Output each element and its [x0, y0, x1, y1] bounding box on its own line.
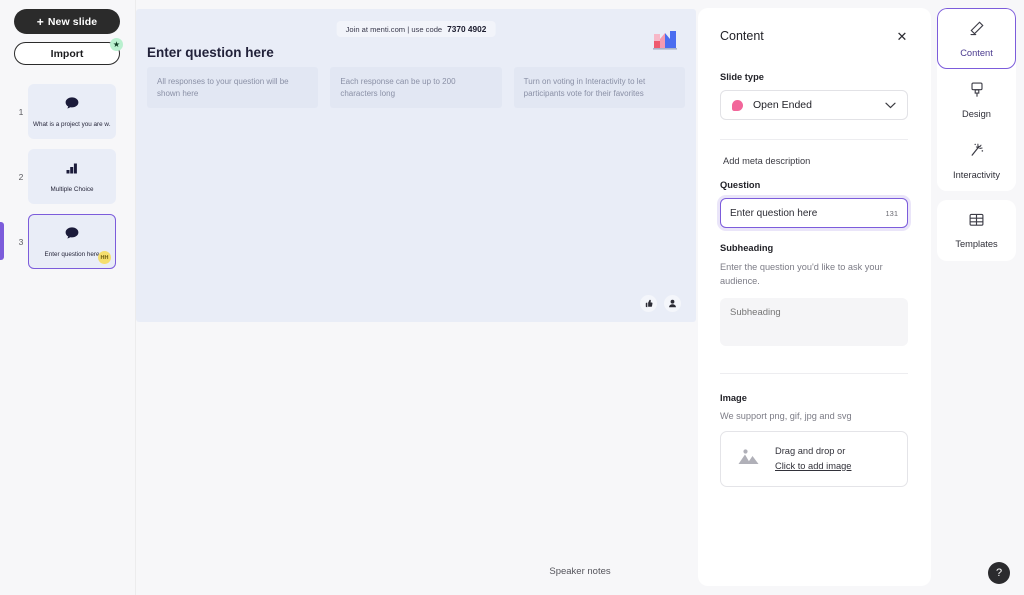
- speech-bubble-icon: [65, 96, 79, 114]
- avatar: HH: [98, 251, 111, 264]
- chevron-down-icon: [885, 96, 896, 114]
- dropzone-line1: Drag and drop or: [775, 446, 845, 456]
- divider: [720, 139, 908, 140]
- slide-row[interactable]: 2 Multiple Choice: [14, 149, 121, 204]
- tab-group-primary: Content Design: [937, 8, 1016, 191]
- question-input-wrap[interactable]: 131: [720, 198, 908, 228]
- plus-icon: +: [37, 16, 44, 28]
- slide-thumbnail-3[interactable]: Enter question here HH: [28, 214, 116, 269]
- slide-thumbnail-label: Enter question here: [45, 251, 100, 258]
- paintbrush-icon: [969, 81, 985, 103]
- import-label: Import: [51, 48, 84, 60]
- slide-hint-row: All responses to your question will be s…: [147, 67, 685, 108]
- slide-number: 2: [14, 172, 28, 182]
- slide-action-buttons: [640, 295, 681, 312]
- participants-icon-button[interactable]: [664, 295, 681, 312]
- close-icon[interactable]: ✕: [895, 30, 909, 43]
- slide-type-value: Open Ended: [753, 99, 875, 111]
- slide-thumbnail-2[interactable]: Multiple Choice: [28, 149, 116, 204]
- subheading-label: Subheading: [720, 243, 909, 253]
- slide-thumbnail-1[interactable]: What is a project you are w...: [28, 84, 116, 139]
- open-ended-dot-icon: [732, 100, 743, 111]
- help-button[interactable]: ?: [988, 562, 1010, 584]
- import-button[interactable]: Import: [14, 42, 120, 65]
- magic-wand-icon: [968, 142, 985, 164]
- tab-content-label: Content: [960, 48, 993, 58]
- image-dropzone[interactable]: Drag and drop or Click to add image: [720, 431, 908, 487]
- slide-question-title: Enter question here: [147, 45, 274, 60]
- mentimeter-logo-icon: [652, 29, 678, 51]
- slide-hint-2: Each response can be up to 200 character…: [330, 67, 501, 108]
- slide-row[interactable]: 3 Enter question here HH: [14, 214, 121, 269]
- join-text: Join at menti.com | use code: [346, 25, 443, 34]
- speech-bubble-icon: [65, 226, 79, 244]
- star-badge-icon: ★: [110, 38, 123, 51]
- slide-preview[interactable]: Join at menti.com | use code 7370 4902 E…: [136, 9, 696, 322]
- tab-design[interactable]: Design: [937, 69, 1016, 130]
- slide-hint-1: All responses to your question will be s…: [147, 67, 318, 108]
- slide-row[interactable]: 1 What is a project you are w...: [14, 84, 121, 139]
- tab-design-label: Design: [962, 109, 991, 119]
- pencil-icon: [968, 20, 985, 42]
- panel-header: Content ✕: [720, 29, 909, 43]
- tab-templates-label: Templates: [955, 239, 997, 249]
- click-to-add-image-link[interactable]: Click to add image: [775, 459, 851, 473]
- slide-thumbnail-label: Multiple Choice: [50, 186, 93, 193]
- tab-interactivity[interactable]: Interactivity: [937, 130, 1016, 191]
- question-char-counter: 131: [885, 209, 898, 218]
- slides-sidebar: + New slide Import ★ 1 What is a project…: [0, 0, 136, 595]
- bar-chart-icon: [66, 161, 78, 179]
- question-input[interactable]: [730, 208, 881, 219]
- tab-group-secondary: Templates: [937, 200, 1016, 261]
- grid-table-icon: [968, 212, 985, 233]
- subheading-help-text: Enter the question you'd like to ask you…: [720, 261, 900, 289]
- image-placeholder-icon: [738, 447, 760, 471]
- right-tab-rail: Content Design: [937, 8, 1016, 270]
- image-label: Image: [720, 393, 909, 403]
- new-slide-label: New slide: [48, 16, 97, 28]
- content-panel: Content ✕ Slide type Open Ended Add meta…: [698, 8, 931, 586]
- panel-title: Content: [720, 29, 764, 43]
- tab-content[interactable]: Content: [937, 8, 1016, 69]
- question-label: Question: [720, 180, 909, 190]
- subheading-input[interactable]: [720, 298, 908, 346]
- new-slide-button[interactable]: + New slide: [14, 9, 120, 34]
- slide-thumbnail-list: 1 What is a project you are w... 2 Multi…: [14, 84, 121, 269]
- slide-type-label: Slide type: [720, 72, 909, 82]
- import-button-wrap: Import ★: [14, 42, 120, 65]
- slide-type-select[interactable]: Open Ended: [720, 90, 908, 120]
- join-instruction-bar: Join at menti.com | use code 7370 4902: [337, 21, 496, 37]
- divider: [720, 373, 908, 374]
- slide-thumbnail-label: What is a project you are w...: [33, 121, 111, 128]
- join-code: 7370 4902: [447, 24, 486, 34]
- mentimeter-editor: + New slide Import ★ 1 What is a project…: [0, 0, 1024, 595]
- thumbs-up-icon-button[interactable]: [640, 295, 657, 312]
- tab-interactivity-label: Interactivity: [953, 170, 1000, 180]
- slide-hint-3: Turn on voting in Interactivity to let p…: [514, 67, 685, 108]
- tab-templates[interactable]: Templates: [937, 200, 1016, 261]
- dropzone-text: Drag and drop or Click to add image: [775, 444, 851, 473]
- slide-number: 3: [14, 237, 28, 247]
- add-meta-description-link[interactable]: Add meta description: [723, 156, 909, 166]
- image-help-text: We support png, gif, jpg and svg: [720, 411, 909, 421]
- slide-number: 1: [14, 107, 28, 117]
